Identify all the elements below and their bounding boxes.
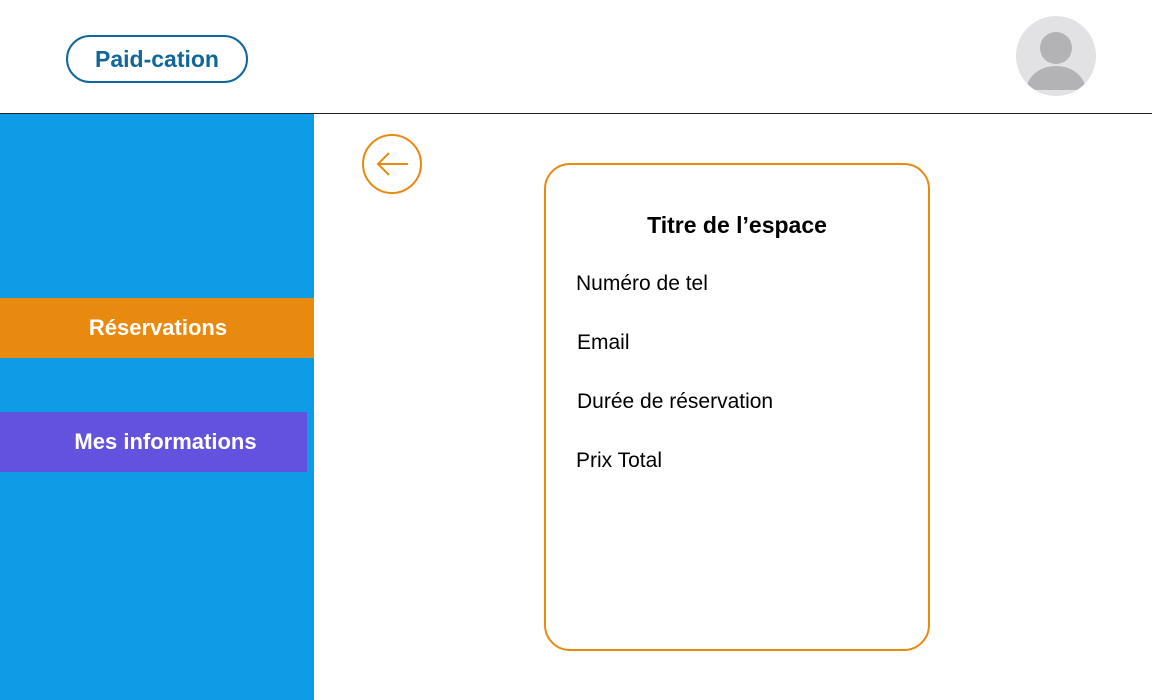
sidebar-item-label: Mes informations [74,429,257,454]
sidebar-item-reservations[interactable]: Réservations [0,298,314,358]
top-header: Paid-cation [0,0,1152,114]
back-button[interactable] [362,134,422,194]
avatar-silhouette-icon [1026,32,1086,90]
reservation-duration-field: Durée de réservation [577,390,774,413]
arrow-left-icon [376,152,408,176]
sidebar-item-label: Réservations [88,315,228,340]
phone-number-field: Numéro de tel [576,272,708,295]
total-price-field: Prix Total [576,449,662,472]
sidebar: Réservations Mes informations [0,114,314,700]
logo-button[interactable]: Paid-cation [66,35,248,83]
sidebar-item-mes-informations[interactable]: Mes informations [0,412,307,472]
reservation-card: Titre de l’espace Numéro de tel Email Du… [544,163,930,651]
email-field: Email [577,331,630,354]
user-avatar-icon[interactable] [1016,16,1096,96]
card-title: Titre de l’espace [647,212,827,238]
logo-label: Paid-cation [95,45,219,72]
